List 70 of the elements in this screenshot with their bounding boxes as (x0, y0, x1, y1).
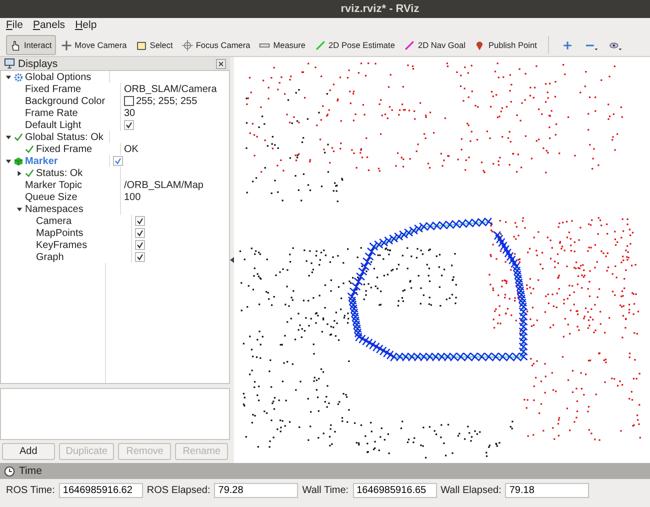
tree-item-label[interactable]: Default Light (25, 120, 82, 130)
tool-button[interactable]: Move Camera (56, 35, 131, 55)
tree-item-label[interactable]: Background Color (25, 96, 106, 106)
tree-item-label[interactable]: Marker (25, 156, 58, 166)
panel-button[interactable]: Add (2, 443, 55, 460)
time-field[interactable]: 1646985916.62 (58, 483, 143, 498)
selection-icon (136, 40, 147, 50)
panel-title: Time (19, 465, 42, 477)
tree-item-label[interactable]: Fixed Frame (25, 84, 82, 94)
move-icon (60, 40, 72, 50)
checkbox[interactable] (124, 120, 134, 130)
tool-button[interactable]: Measure (255, 35, 310, 55)
tree-item-label[interactable]: Global Options (25, 72, 92, 82)
tree-item-label[interactable]: Frame Rate (25, 108, 78, 118)
time-field[interactable]: 79.18 (505, 483, 590, 498)
tool-button[interactable]: Select (132, 35, 177, 55)
monitor-icon (4, 58, 15, 69)
pin-icon (474, 40, 486, 50)
cube-icon (14, 156, 23, 166)
property-value[interactable]: OK (124, 144, 138, 154)
tree-item-label[interactable]: Fixed Frame (36, 144, 92, 154)
tree-item-label[interactable]: Camera (36, 216, 72, 226)
time-field[interactable]: 1646985916.65 (352, 483, 437, 498)
clock-icon (4, 466, 15, 476)
checkbox[interactable] (135, 252, 145, 262)
tree-item-label[interactable]: Global Status: Ok (25, 132, 104, 142)
caret-icon[interactable] (16, 206, 23, 212)
caret-icon[interactable] (5, 134, 12, 140)
field-label: Wall Time: (302, 485, 349, 496)
caret-icon[interactable] (5, 158, 12, 164)
tree-item-label[interactable]: KeyFrames (36, 240, 88, 250)
panel-title: Displays (18, 58, 58, 70)
field-label: ROS Elapsed: (146, 485, 210, 496)
check-icon (25, 168, 34, 178)
checkbox[interactable] (135, 228, 145, 238)
menu-item[interactable]: Panels (32, 19, 66, 33)
crosshair-icon (182, 40, 193, 50)
field-label: ROS Time: (6, 485, 55, 496)
checkbox[interactable] (113, 156, 123, 166)
menu-item[interactable]: File (6, 19, 23, 33)
hand-icon (10, 40, 21, 50)
property-value[interactable]: 30 (124, 108, 136, 118)
window-title: rviz.rviz* - RViz (340, 3, 420, 15)
tree-item-label[interactable]: Status: Ok (36, 168, 83, 178)
color-swatch[interactable] (124, 96, 134, 106)
tool-button[interactable]: Publish Point (470, 35, 541, 55)
tree-item-label[interactable]: Namespaces (25, 204, 84, 214)
collapse-arrow-icon[interactable] (230, 257, 234, 263)
close-icon[interactable] (216, 58, 226, 68)
plus-icon[interactable] (560, 40, 574, 50)
caret-icon[interactable] (5, 74, 12, 80)
tool-button[interactable]: 2D Pose Estimate (310, 35, 399, 55)
gear-icon (14, 72, 23, 82)
tool-button[interactable]: Focus Camera (178, 35, 254, 55)
field-label: Wall Elapsed: (440, 485, 502, 496)
tree-item-label[interactable]: Graph (36, 252, 64, 262)
tool-button[interactable]: 2D Nav Goal (400, 35, 470, 55)
property-value[interactable]: ORB_SLAM/Camera (124, 84, 217, 94)
checkbox[interactable] (135, 216, 145, 226)
tree-item-label[interactable]: MapPoints (36, 228, 84, 238)
property-value[interactable]: 255; 255; 255 (136, 96, 198, 106)
checkbox[interactable] (135, 240, 145, 250)
property-value[interactable]: 100 (124, 192, 141, 202)
tree-item-label[interactable]: Marker Topic (25, 180, 82, 190)
caret-icon[interactable] (16, 170, 23, 176)
tree-item-label[interactable]: Queue Size (25, 192, 78, 202)
time-field[interactable]: 79.28 (214, 483, 298, 498)
menu-item[interactable]: Help (75, 19, 97, 33)
property-value[interactable]: /ORB_SLAM/Map (124, 180, 204, 190)
tool-button[interactable]: Interact (6, 35, 56, 55)
